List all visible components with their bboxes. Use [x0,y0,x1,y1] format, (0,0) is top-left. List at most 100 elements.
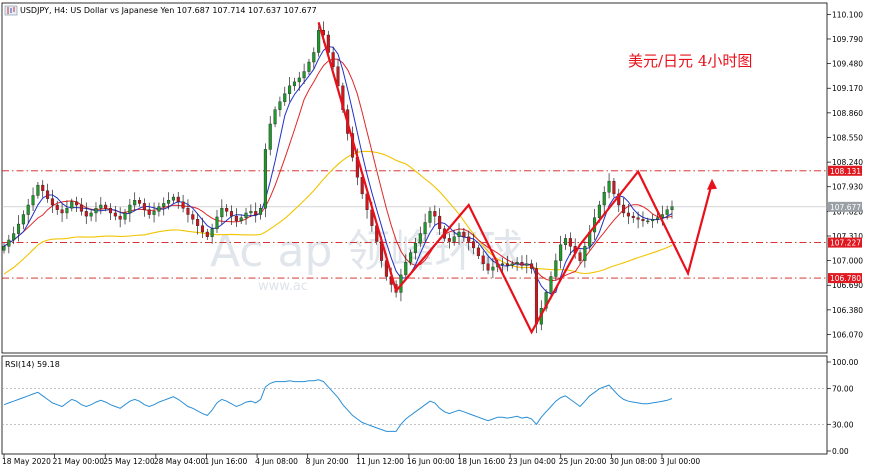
candle-body [418,233,422,244]
candle-body [447,238,451,242]
candle-body [186,207,190,215]
current-price-label: 107.677 [830,203,861,212]
time-tick-label: 23 Jun 04:00 [508,457,556,466]
candle-body [530,263,534,269]
candle-body [94,207,98,214]
candle-body [297,77,301,83]
candle-body [665,209,669,215]
candle-body [302,71,306,79]
time-tick-label: 16 Jun 00:00 [407,457,455,466]
candle-body [133,200,137,206]
price-tick-label: 109.170 [832,84,863,93]
candle-body [283,93,287,102]
candle-body [510,263,514,266]
rsi-tick-label: 0.00 [832,447,849,456]
candle-body [631,215,635,218]
candle-body [462,231,466,237]
candle-body [176,196,180,203]
candle-body [641,219,645,222]
price-tick-label: 107.000 [832,257,863,266]
candle-body [578,252,582,261]
time-tick-label: 30 Jun 08:00 [609,457,657,466]
candle-body [501,263,505,265]
candle-body [171,196,175,201]
candle-body [234,215,238,222]
time-tick-label: 4 Jun 08:00 [255,457,298,466]
candle-body [128,204,132,214]
time-tick-label: 25 May 12:00 [103,457,155,466]
candle-body [602,192,606,206]
candle-body [36,184,40,196]
candle-body [41,184,45,191]
candle-body [50,198,54,206]
candle-body [205,231,209,237]
price-tick-label: 107.930 [832,183,863,192]
candle-body [317,30,321,53]
candle-body [612,180,616,195]
price-tick-label: 108.240 [832,158,863,167]
candle-body [428,211,432,223]
candle-body [152,211,156,215]
price-tick-label: 108.550 [832,133,863,142]
candle-body [229,211,234,217]
candle-body [84,211,88,217]
candle-body [486,263,490,271]
candle-body [525,263,529,266]
time-tick-label: 28 May 04:00 [154,457,206,466]
candle-body [55,204,59,210]
candle-body [108,207,113,214]
candle-body [46,190,50,199]
candle-body [433,211,437,217]
candle-body [31,195,35,206]
candle-body [549,276,553,293]
candle-body [515,262,519,264]
window-icon [4,5,18,16]
candle-body [147,209,151,215]
time-tick-label: 8 Jun 20:00 [306,457,349,466]
candle-body [646,220,650,223]
candle-body [118,215,122,220]
candle-body [278,101,282,110]
candle-body [181,201,185,209]
candle-body [26,204,30,215]
candle-body [123,212,127,220]
candle-body [254,211,258,215]
symbol-info: USDJPY, H4: US Dollar vs Japanese Yen 10… [20,6,317,15]
candle-body [60,209,64,214]
candle-body [79,204,83,212]
level-price-label: 106.780 [830,274,861,283]
candle-body [142,203,146,210]
price-tick-label: 109.790 [832,35,863,44]
candle-body [423,222,427,234]
candle-body [70,201,74,209]
candle-body [413,242,417,253]
candle-body [65,207,69,214]
candle-body [167,200,171,204]
candle-body [210,228,214,237]
candle-body [113,212,117,217]
time-tick-label: 11 Jun 12:00 [356,457,404,466]
candle-body [196,219,200,226]
level-price-label: 107.227 [830,239,861,248]
candle-body [409,252,413,263]
candle-body [476,247,480,257]
price-tick-label: 109.480 [832,60,863,69]
candle-body [7,239,11,247]
candle-body [12,233,16,241]
candle-body [331,52,335,67]
price-tick-label: 108.860 [832,109,863,118]
time-tick-label: 1 Jun 16:00 [204,457,247,466]
candle-body [626,212,630,217]
time-tick-label: 25 Jun 20:00 [559,457,607,466]
candle-body [404,262,408,276]
candle-body [288,85,292,94]
time-tick-label: 3 Jul 00:00 [660,457,700,466]
candle-body [563,238,568,245]
rsi-tick-label: 100.00 [832,358,858,367]
candle-body [534,268,538,325]
rsi-pane [1,355,828,455]
candle-body [568,238,572,247]
candle-body [244,212,248,218]
candle-body [99,204,103,209]
candle-body [467,236,471,242]
